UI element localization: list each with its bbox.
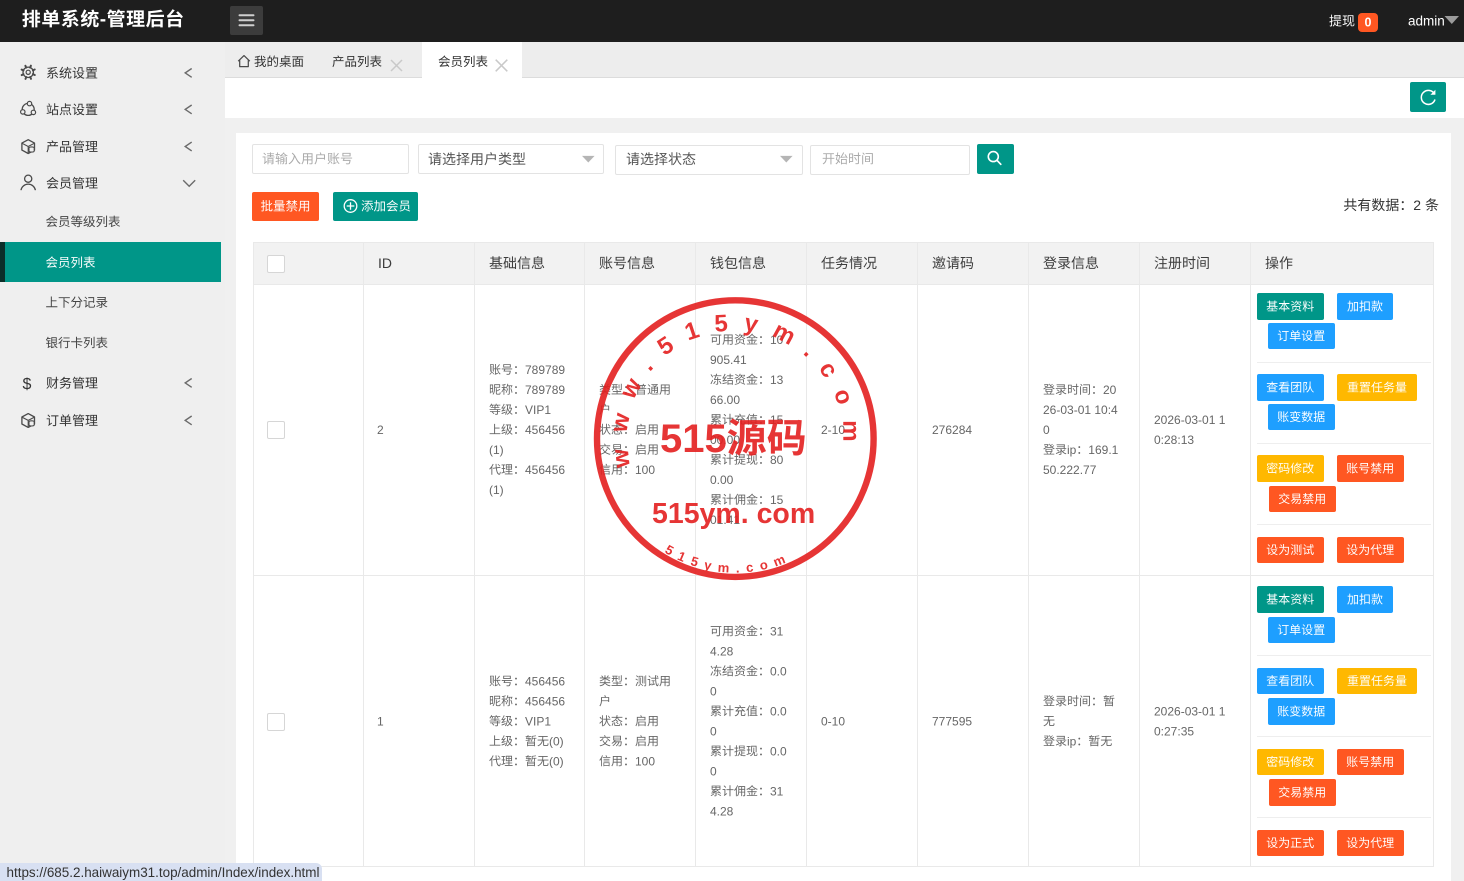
svg-text:515ym. com: 515ym. com [652, 498, 815, 530]
svg-text:515: 515 [660, 417, 727, 461]
